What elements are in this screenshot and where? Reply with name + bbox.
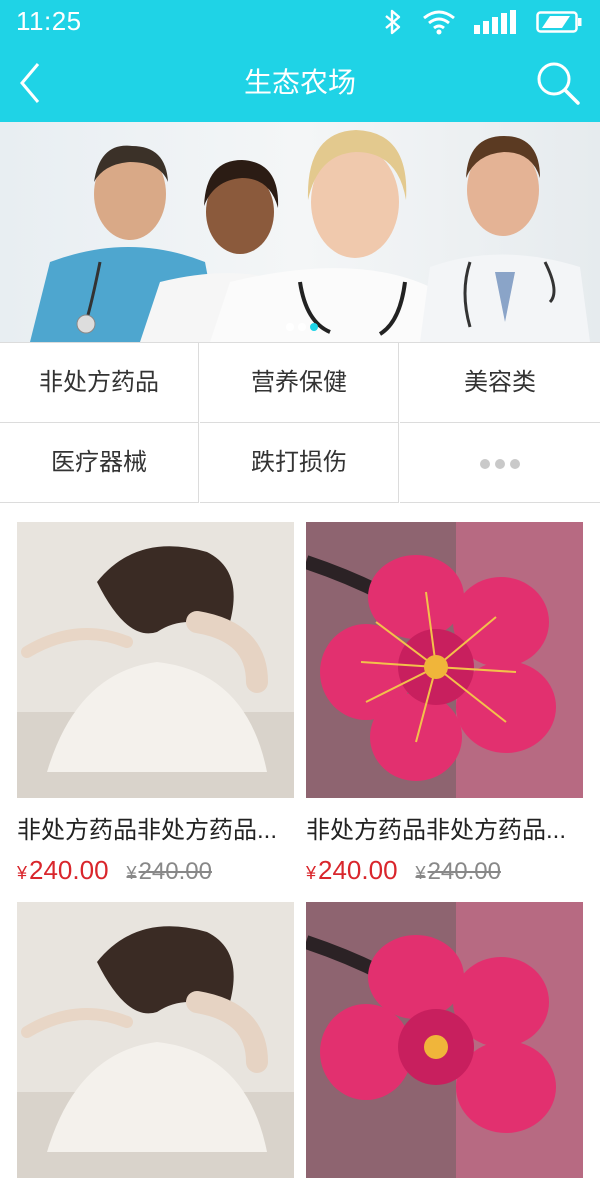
product-price: ¥240.00 (306, 855, 398, 885)
more-dots-icon (480, 458, 520, 469)
product-prices: ¥240.00 ¥240.00 (306, 855, 583, 891)
product-price: ¥240.00 (17, 855, 109, 885)
product-old-price: ¥240.00 (126, 858, 212, 885)
product-image-woman (17, 902, 294, 1178)
search-icon (537, 62, 580, 105)
product-card[interactable] (17, 902, 294, 1178)
product-card[interactable] (306, 902, 583, 1178)
product-name: 非处方药品非处方药品... (306, 817, 567, 844)
product-image-woman (17, 522, 294, 798)
wifi-icon (423, 10, 455, 35)
battery-icon (536, 11, 582, 33)
product-card[interactable]: 非处方药品非处方药品... ¥240.00 ¥240.00 (17, 522, 294, 891)
status-bar: 11:25 (0, 0, 600, 44)
product-old-price: ¥240.00 (415, 858, 501, 885)
signal-icon (474, 10, 516, 34)
title-bar: 生态农场 (0, 44, 600, 122)
page-title: 生态农场 (243, 67, 356, 98)
category-injury[interactable]: 跌打损伤 (200, 423, 399, 503)
carousel-dots (286, 323, 318, 331)
bluetooth-icon (385, 9, 401, 35)
doctors-banner-image (0, 122, 600, 342)
product-name: 非处方药品非处方药品... (17, 817, 278, 844)
status-icons (382, 8, 582, 36)
category-more[interactable] (400, 423, 600, 503)
product-card[interactable]: 非处方药品非处方药品... ¥240.00 ¥240.00 (306, 522, 583, 891)
category-medical-devices[interactable]: 医疗器械 (0, 423, 199, 503)
banner-carousel[interactable] (0, 122, 600, 342)
search-button[interactable] (528, 54, 588, 112)
product-image-flower (306, 522, 583, 798)
category-beauty[interactable]: 美容类 (400, 343, 600, 423)
category-grid: 非处方药品 营养保健 美容类 医疗器械 跌打损伤 (0, 342, 600, 505)
category-otc-drugs[interactable]: 非处方药品 (0, 343, 199, 423)
category-nutrition[interactable]: 营养保健 (200, 343, 399, 423)
product-image-flower (306, 902, 583, 1178)
status-time: 11:25 (16, 6, 82, 36)
product-prices: ¥240.00 ¥240.00 (17, 855, 294, 891)
